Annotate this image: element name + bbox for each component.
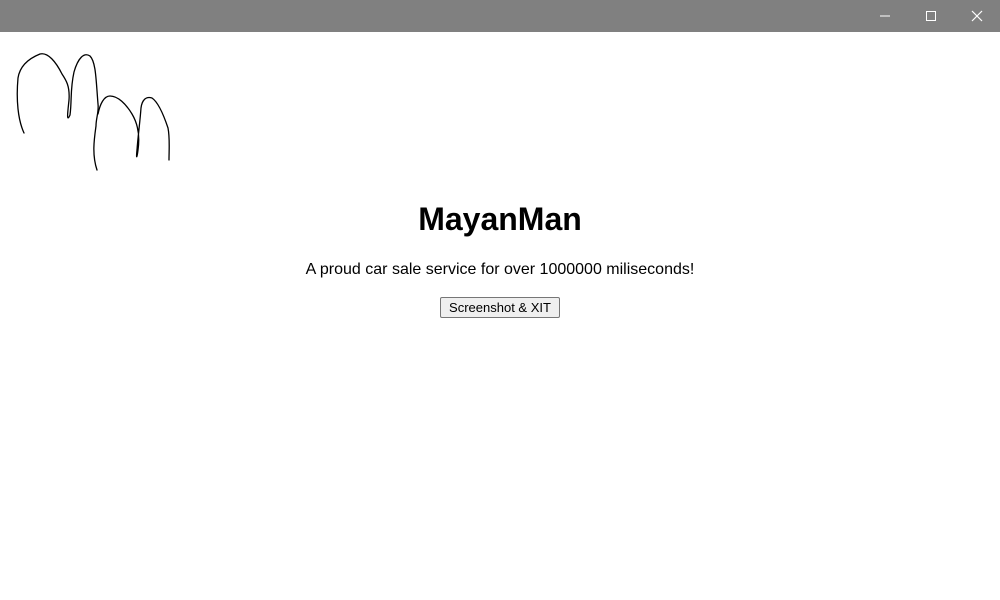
- close-icon: [971, 10, 983, 22]
- maximize-button[interactable]: [908, 0, 954, 32]
- minimize-button[interactable]: [862, 0, 908, 32]
- hand-drawn-logo: [16, 53, 170, 171]
- page-title: MayanMan: [418, 201, 582, 237]
- close-button[interactable]: [954, 0, 1000, 32]
- minimize-icon: [880, 15, 890, 17]
- maximize-icon: [926, 11, 936, 21]
- tagline: A proud car sale service for over 100000…: [305, 261, 695, 278]
- screenshot-exit-button[interactable]: Screenshot & XIT: [440, 297, 560, 318]
- window-titlebar[interactable]: [0, 0, 1000, 32]
